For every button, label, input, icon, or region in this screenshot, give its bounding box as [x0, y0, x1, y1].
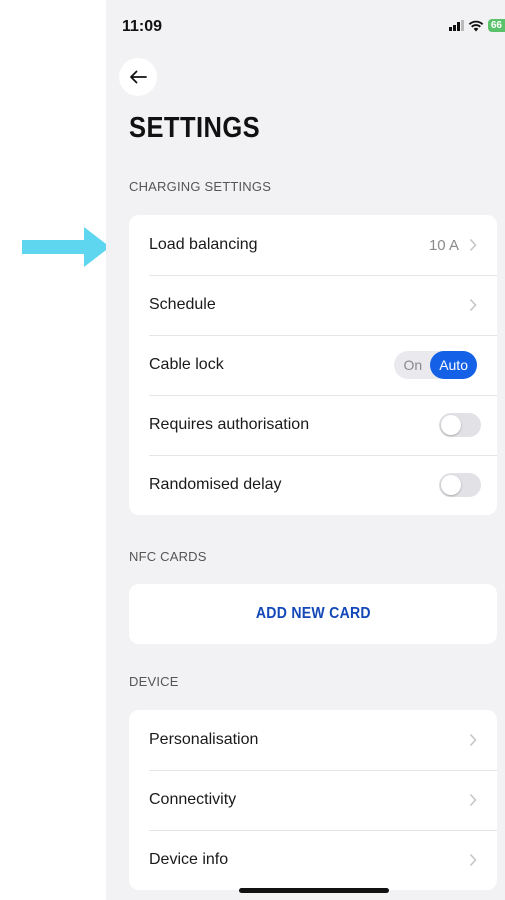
section-header-charging: CHARGING SETTINGS [129, 179, 272, 194]
device-card: Personalisation Connectivity Device info [129, 710, 497, 890]
load-balancing-value: 10 A [428, 236, 459, 254]
row-label: Cable lock [149, 356, 224, 373]
row-label: Requires authorisation [149, 416, 310, 433]
page-title: SETTINGS [129, 112, 261, 144]
annotation-arrow-icon [22, 227, 110, 267]
chevron-right-icon [469, 298, 477, 312]
phone-screen: 11:09 66 SETTINGS CHARGING SETTINGS Load… [106, 0, 505, 900]
wifi-icon [468, 20, 484, 32]
add-new-card-button[interactable]: ADD NEW CARD [129, 584, 497, 644]
back-button[interactable] [119, 58, 157, 96]
chevron-right-icon [469, 853, 477, 867]
row-label: Randomised delay [149, 476, 282, 493]
row-device-info[interactable]: Device info [129, 830, 497, 890]
cable-lock-option-on[interactable]: On [394, 357, 431, 373]
row-label: Personalisation [149, 731, 259, 748]
chevron-right-icon [469, 793, 477, 807]
signal-icon [448, 20, 464, 31]
row-schedule[interactable]: Schedule [129, 275, 497, 335]
section-header-nfc: NFC CARDS [129, 549, 207, 564]
row-label: Device info [149, 851, 229, 868]
chevron-right-icon [469, 733, 477, 747]
row-label: Connectivity [149, 791, 237, 808]
charging-settings-card: Load balancing 10 A Schedule Cable lock … [129, 215, 497, 515]
row-randomised-delay: Randomised delay [129, 455, 497, 515]
section-header-device: DEVICE [129, 674, 179, 689]
row-label: Load balancing [149, 236, 258, 253]
add-new-card-label: ADD NEW CARD [255, 605, 371, 622]
arrow-left-icon [130, 70, 147, 84]
requires-authorisation-toggle[interactable] [439, 413, 481, 437]
battery-indicator: 66 [487, 19, 505, 32]
cable-lock-option-auto[interactable]: Auto [430, 351, 477, 379]
chevron-right-icon [469, 238, 477, 252]
row-label: Schedule [149, 296, 216, 313]
row-connectivity[interactable]: Connectivity [129, 770, 497, 830]
status-time: 11:09 [122, 18, 163, 35]
randomised-delay-toggle[interactable] [439, 473, 481, 497]
home-indicator [239, 888, 389, 893]
cable-lock-segmented-control[interactable]: On Auto [393, 351, 477, 379]
row-cable-lock: Cable lock On Auto [129, 335, 497, 395]
row-load-balancing[interactable]: Load balancing 10 A [129, 215, 497, 275]
status-icons: 66 [448, 19, 505, 32]
row-personalisation[interactable]: Personalisation [129, 710, 497, 770]
row-requires-authorisation: Requires authorisation [129, 395, 497, 455]
